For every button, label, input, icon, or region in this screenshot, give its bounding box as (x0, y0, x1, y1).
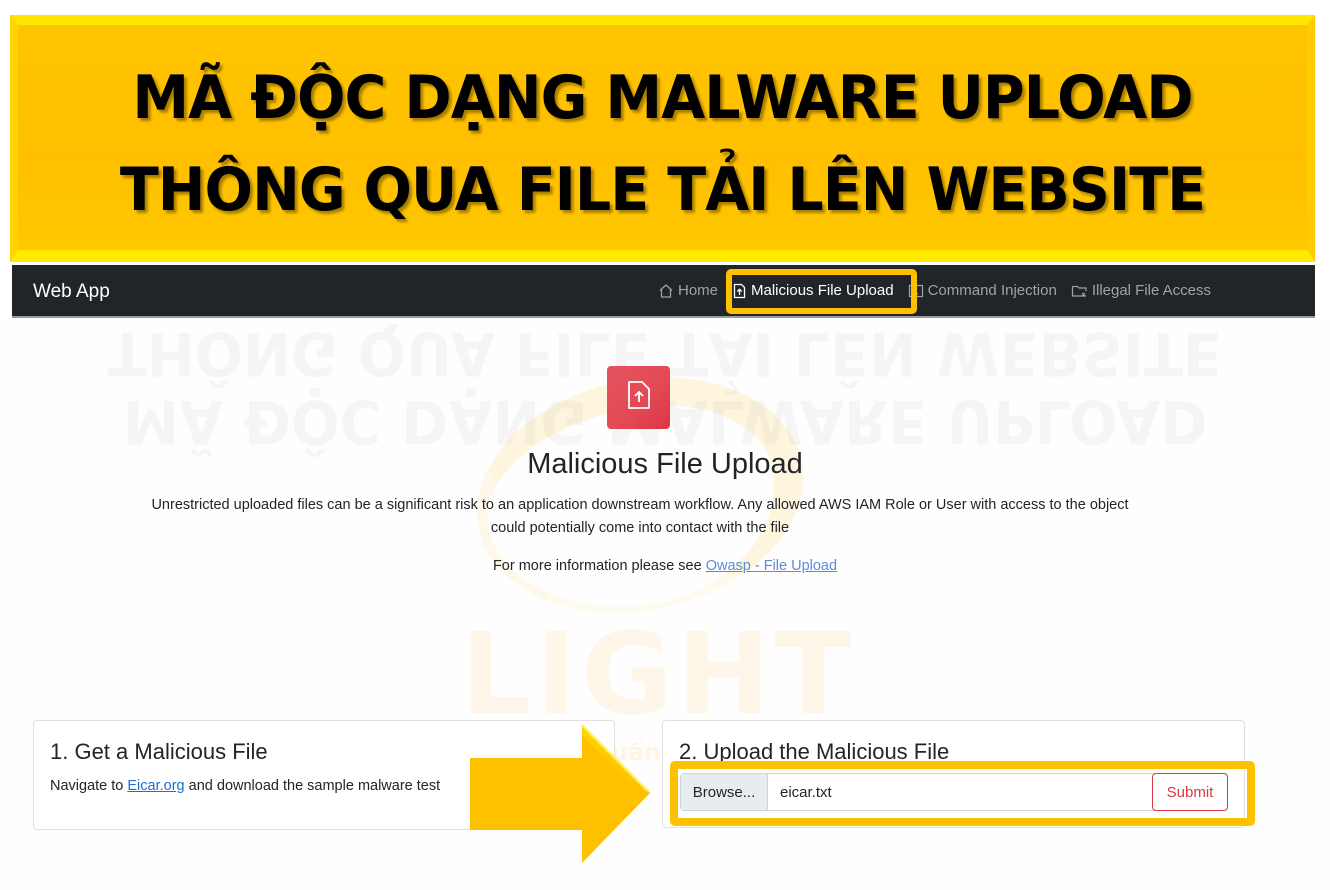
card-text-prefix: Navigate to (50, 778, 128, 794)
nav-item-illegal-file-access[interactable]: Illegal File Access (1071, 282, 1211, 299)
nav-item-home[interactable]: Home (658, 282, 718, 299)
page-description: Unrestricted uploaded files can be a sig… (151, 497, 1129, 536)
folder-x-icon (1071, 283, 1088, 299)
card-title: 1. Get a Malicious File (50, 739, 268, 764)
nav-item-label: Illegal File Access (1091, 282, 1212, 299)
right-arrow-icon (470, 723, 650, 863)
file-upload-icon (732, 283, 747, 299)
file-upload-icon (626, 380, 652, 415)
terminal-icon (908, 283, 924, 299)
browse-button[interactable]: Browse... (681, 774, 768, 810)
nav-item-malicious-file-upload[interactable]: Malicious File Upload (732, 282, 894, 299)
submit-button[interactable]: Submit (1152, 773, 1228, 811)
hero-icon-tile (607, 366, 670, 429)
file-upload-input-group: Browse... eicar.txt Submit (680, 773, 1228, 811)
page-title: Malicious File Upload (527, 448, 803, 480)
nav-item-label: Command Injection (927, 282, 1057, 299)
card-title: 2. Upload the Malicious File (679, 739, 950, 764)
title-banner: MÃ ĐỘC DẠNG MALWARE UPLOAD THÔNG QUA FIL… (10, 15, 1315, 262)
nav-item-label: Malicious File Upload (751, 282, 894, 299)
navbar-brand[interactable]: Web App (33, 281, 110, 303)
more-info-line: For more information please see Owasp - … (0, 558, 1330, 574)
navbar: Web App Home Malicious File Upload Comma… (12, 265, 1315, 318)
banner-title-line-2: THÔNG QUA FILE TẢI LÊN WEBSITE (119, 155, 1206, 225)
home-icon (658, 283, 674, 299)
nav-item-label: Home (678, 282, 719, 299)
file-name-field[interactable]: eicar.txt (768, 774, 1152, 810)
nav-item-command-injection[interactable]: Command Injection (908, 282, 1057, 299)
card-text: Navigate to Eicar.org and download the s… (50, 778, 440, 794)
banner-title-line-1: MÃ ĐỘC DẠNG MALWARE UPLOAD (132, 63, 1193, 133)
eicar-link[interactable]: Eicar.org (127, 778, 184, 794)
nav-items: Home Malicious File Upload Command Injec… (658, 265, 1225, 316)
card-text-suffix: and download the sample malware test (184, 778, 441, 794)
main-content: THÔNG QUA FILE TẢI LÊN WEBSITE MÃ ĐỘC DẠ… (0, 318, 1330, 890)
more-info-text: For more information please see (492, 558, 706, 574)
owasp-link[interactable]: Owasp - File Upload (706, 558, 837, 574)
